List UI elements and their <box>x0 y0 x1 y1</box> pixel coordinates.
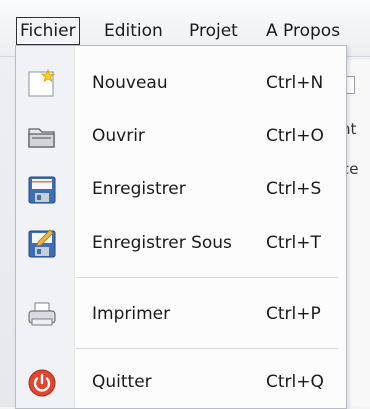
menu-edition[interactable]: Edition <box>101 18 166 44</box>
menu-item-label: Ouvrir <box>92 126 145 146</box>
menu-item-label: Imprimer <box>92 304 171 324</box>
floppy-disk-icon <box>28 176 56 204</box>
menu-item-ouvrir[interactable]: Ouvrir Ctrl+O <box>16 118 346 156</box>
menu-item-label: Nouveau <box>92 73 168 93</box>
menu-item-quitter[interactable]: Quitter Ctrl+Q <box>16 364 346 402</box>
menu-item-label: Quitter <box>92 372 152 392</box>
menu-separator <box>76 277 338 278</box>
menu-a-propos[interactable]: A Propos <box>263 18 343 44</box>
menu-item-label: Enregistrer Sous <box>92 233 232 253</box>
menu-item-shortcut: Ctrl+P <box>266 304 321 324</box>
menu-separator <box>76 348 338 349</box>
printer-icon <box>28 302 56 326</box>
power-icon <box>28 369 56 397</box>
menu-projet[interactable]: Projet <box>186 18 241 44</box>
menu-item-enregistrer[interactable]: Enregistrer Ctrl+S <box>16 171 346 209</box>
menu-item-shortcut: Ctrl+S <box>266 179 322 199</box>
menu-item-nouveau[interactable]: Nouveau Ctrl+N <box>16 65 346 103</box>
menu-item-enregistrer-sous[interactable]: Enregistrer Sous Ctrl+T <box>16 225 346 263</box>
menu-item-shortcut: Ctrl+O <box>266 126 324 146</box>
menu-item-shortcut: Ctrl+N <box>266 73 324 93</box>
menu-fichier[interactable]: Fichier <box>16 17 80 45</box>
new-document-icon <box>28 69 56 97</box>
menu-item-shortcut: Ctrl+T <box>266 233 321 253</box>
menu-item-imprimer[interactable]: Imprimer Ctrl+P <box>16 296 346 334</box>
file-dropdown-menu: Nouveau Ctrl+N Ouvrir Ctrl+O Enregistrer… <box>15 45 347 409</box>
floppy-disk-edit-icon <box>28 229 56 258</box>
menu-item-shortcut: Ctrl+Q <box>266 372 324 392</box>
menu-item-label: Enregistrer <box>92 179 186 199</box>
open-folder-icon <box>28 128 55 148</box>
